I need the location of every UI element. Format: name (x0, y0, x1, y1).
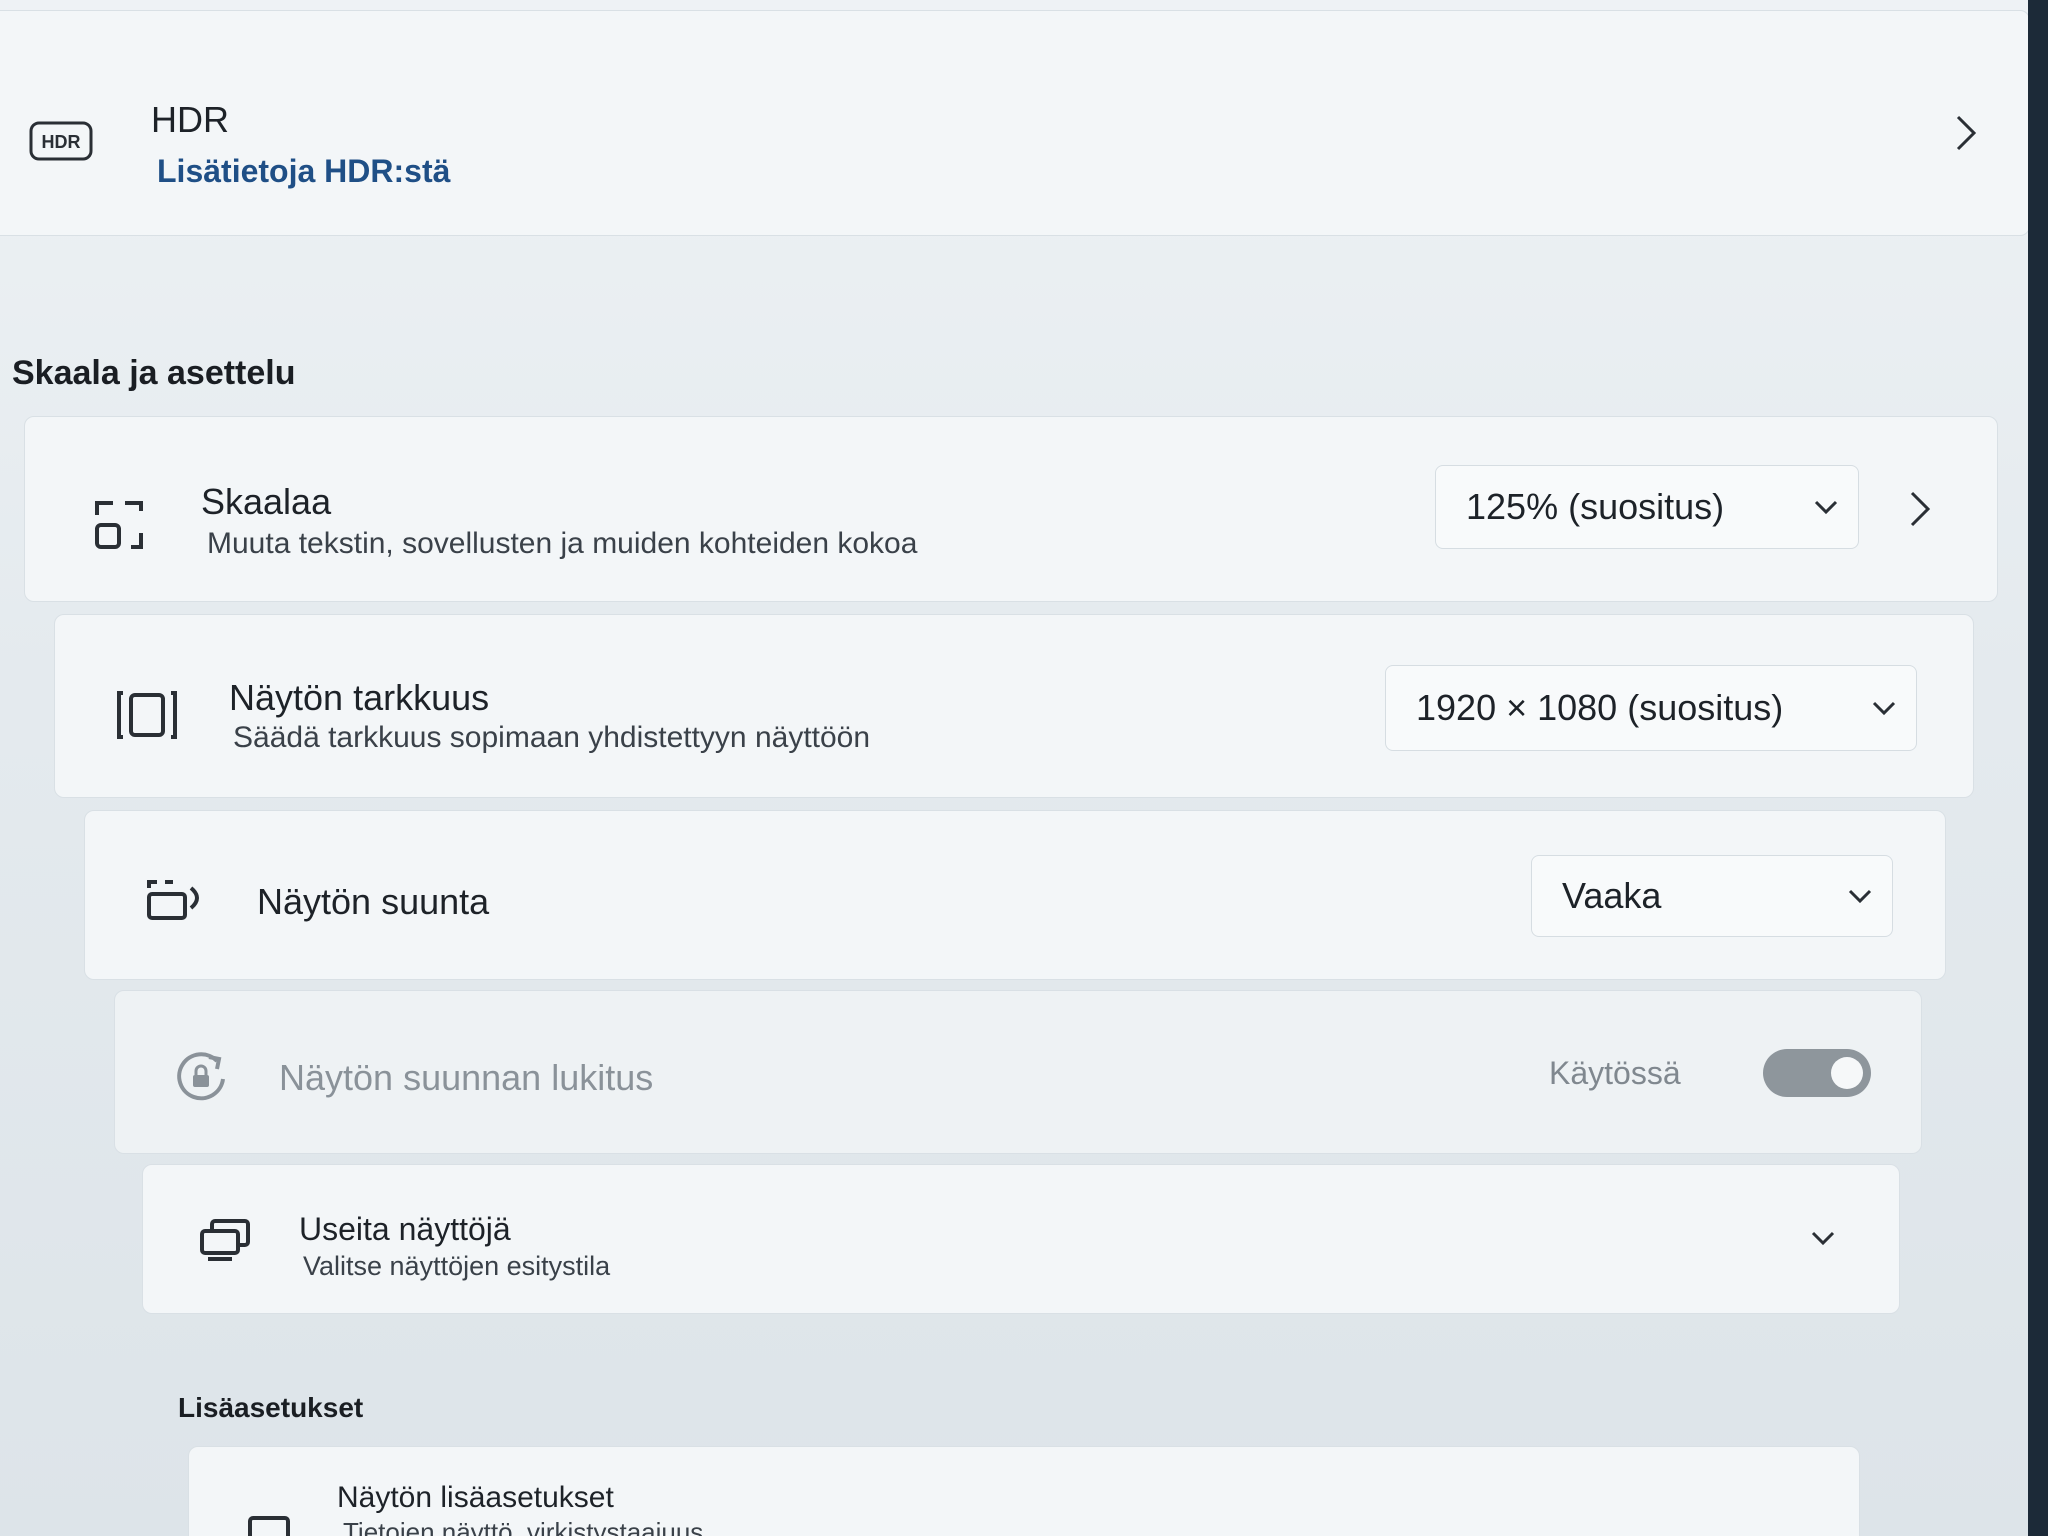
scale-card[interactable]: Skaalaa Muuta tekstin, sovellusten ja mu… (24, 416, 1998, 602)
hdr-learn-more-link[interactable]: Lisätietoja HDR:stä (157, 153, 450, 190)
scale-dropdown[interactable]: 125% (suositus) (1435, 465, 1859, 549)
multiple-displays-title: Useita näyttöjä (299, 1211, 511, 1247)
monitor-icon (245, 1511, 293, 1536)
display-settings-screen: HDR HDR Lisätietoja HDR:stä Skaala ja as… (0, 0, 2048, 1536)
resolution-dropdown-value: 1920 × 1080 (suositus) (1416, 687, 1784, 728)
orientation-icon (143, 871, 207, 927)
advanced-display-title: Näytön lisäasetukset (337, 1481, 614, 1514)
hdr-card[interactable]: HDR HDR Lisätietoja HDR:stä (0, 10, 2030, 236)
section-heading-scale-layout: Skaala ja asettelu (12, 354, 296, 392)
orientation-title: Näytön suunta (257, 881, 490, 922)
hdr-title: HDR (151, 99, 229, 140)
multiple-displays-subtitle: Valitse näyttöjen esitystila (303, 1251, 611, 1281)
resolution-title: Näytön tarkkuus (229, 677, 490, 718)
resolution-card[interactable]: Näytön tarkkuus Säädä tarkkuus sopimaan … (54, 614, 1974, 798)
chevron-down-icon (1794, 499, 1858, 515)
resolution-subtitle: Säädä tarkkuus sopimaan yhdistettyyn näy… (233, 721, 871, 754)
orientation-card[interactable]: Näytön suunta Vaaka (84, 810, 1946, 980)
rotation-lock-state: Käytössä (1549, 1055, 1681, 1091)
chevron-down-icon (1828, 888, 1892, 904)
advanced-display-subtitle: Tietojen näyttö, virkistystaajuus (343, 1517, 704, 1536)
resolution-icon (115, 685, 179, 745)
multiple-displays-card[interactable]: Useita näyttöjä Valitse näyttöjen esitys… (142, 1164, 1900, 1314)
chevron-down-icon[interactable] (1803, 1223, 1843, 1253)
section-heading-advanced: Lisäasetukset (178, 1392, 364, 1423)
rotation-lock-card: Näytön suunnan lukitus Käytössä (114, 990, 1922, 1154)
toggle-knob (1831, 1057, 1863, 1089)
scale-dropdown-value: 125% (suositus) (1466, 486, 1725, 527)
resolution-dropdown[interactable]: 1920 × 1080 (suositus) (1385, 665, 1917, 751)
scale-title: Skaalaa (201, 481, 332, 522)
orientation-dropdown[interactable]: Vaaka (1531, 855, 1893, 937)
advanced-display-card[interactable]: Näytön lisäasetukset Tietojen näyttö, vi… (188, 1446, 1860, 1536)
chevron-right-icon (1905, 487, 1935, 531)
rotation-lock-title: Näytön suunnan lukitus (279, 1057, 654, 1098)
svg-text:HDR: HDR (42, 132, 81, 152)
chevron-down-icon (1852, 700, 1916, 716)
multiple-displays-icon (197, 1215, 253, 1265)
scale-icon (89, 495, 149, 555)
screen-edge (2028, 0, 2048, 1536)
orientation-dropdown-value: Vaaka (1562, 875, 1662, 916)
hdr-icon: HDR (29, 121, 93, 161)
chevron-right-icon (1951, 111, 1981, 155)
scale-subtitle: Muuta tekstin, sovellusten ja muiden koh… (207, 527, 918, 560)
rotation-lock-toggle (1763, 1049, 1871, 1097)
rotation-lock-icon (171, 1045, 231, 1105)
